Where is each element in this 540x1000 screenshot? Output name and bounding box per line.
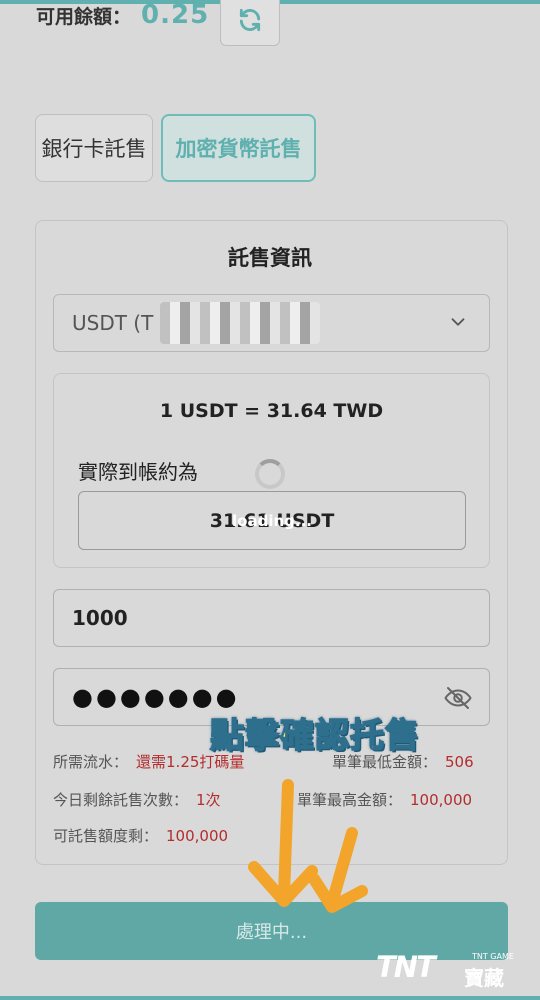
- balance-value: 0.25: [141, 0, 210, 30]
- remaining-amount-label: 可託售額度剩：: [53, 827, 159, 845]
- turnover-value: 還需1.25打碼量: [136, 753, 245, 771]
- remaining-times-label: 今日剩餘託售次數：: [53, 791, 189, 809]
- tab-bank-card-sell[interactable]: 銀行卡託售: [35, 114, 153, 182]
- password-value: ●●●●●●●: [72, 683, 240, 711]
- bottom-accent-bar: [0, 996, 540, 1000]
- turnover-label: 所需流水：: [53, 753, 129, 771]
- balance-display: 可用餘額： 0.25: [36, 0, 209, 30]
- min-amount-value: 506: [445, 753, 474, 771]
- remaining-amount-info: 可託售額度剩： 100,000: [53, 825, 228, 846]
- refresh-button[interactable]: [220, 0, 280, 46]
- tab-crypto-sell[interactable]: 加密貨幣託售: [161, 114, 316, 182]
- min-amount-info: 單筆最低金額： 506: [332, 751, 474, 772]
- loading-text: loading...: [232, 511, 312, 530]
- pixelated-redaction: [160, 302, 320, 344]
- max-amount-value: 100,000: [410, 791, 473, 809]
- chevron-down-icon: [451, 318, 465, 326]
- overlay-caption: 點擊確認托售: [209, 715, 420, 757]
- remaining-times-value: 1次: [196, 791, 221, 809]
- arrive-amount-field: 31.61 USDT loading...: [78, 491, 466, 550]
- rate-box: 1 USDT = 31.64 TWD 實際到帳約為 31.61 USDT loa…: [53, 373, 490, 568]
- min-amount-label: 單筆最低金額：: [332, 753, 438, 771]
- balance-label: 可用餘額：: [36, 5, 132, 28]
- turnover-info: 所需流水： 還需1.25打碼量: [53, 751, 244, 772]
- refresh-icon: [239, 8, 261, 32]
- remaining-times-info: 今日剩餘託售次數： 1次: [53, 789, 221, 810]
- amount-input[interactable]: 1000: [53, 589, 490, 647]
- loading-spinner-icon: [255, 459, 285, 489]
- watermark-cn: 寶藏: [464, 966, 504, 990]
- panel-title: 託售資訊: [228, 246, 312, 270]
- currency-select-value: USDT (T: [72, 311, 154, 335]
- tnt-watermark-logo: TNT TNT GAME 寶藏: [376, 950, 526, 990]
- watermark-brand: TNT: [376, 950, 436, 984]
- exchange-rate: 1 USDT = 31.64 TWD: [159, 400, 384, 422]
- arrow-down-annotation-icon: [248, 779, 368, 913]
- arrive-label: 實際到帳約為: [78, 460, 198, 484]
- eye-off-icon[interactable]: [443, 683, 473, 713]
- watermark-sub: TNT GAME: [472, 952, 514, 961]
- remaining-amount-value: 100,000: [166, 827, 229, 845]
